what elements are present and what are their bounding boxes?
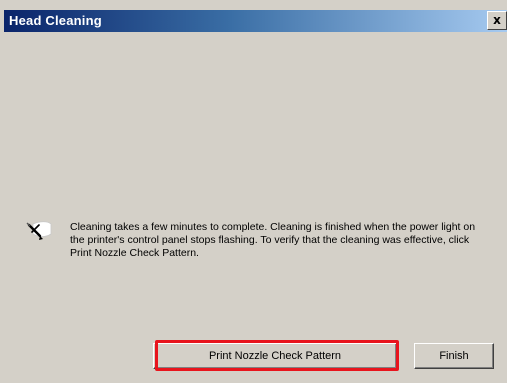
highlight-box	[155, 340, 399, 371]
finish-button[interactable]: Finish	[414, 343, 494, 369]
dialog-content: Cleaning takes a few minutes to complete…	[4, 32, 507, 382]
pencil-note-icon	[26, 221, 52, 240]
dialog-title: Head Cleaning	[9, 13, 102, 28]
close-button[interactable]: x	[487, 11, 507, 30]
cleaning-message: Cleaning takes a few minutes to complete…	[70, 221, 476, 259]
title-bar: Head Cleaning x	[4, 10, 507, 32]
head-cleaning-dialog: Head Cleaning x Cleaning takes a few min…	[0, 0, 507, 383]
